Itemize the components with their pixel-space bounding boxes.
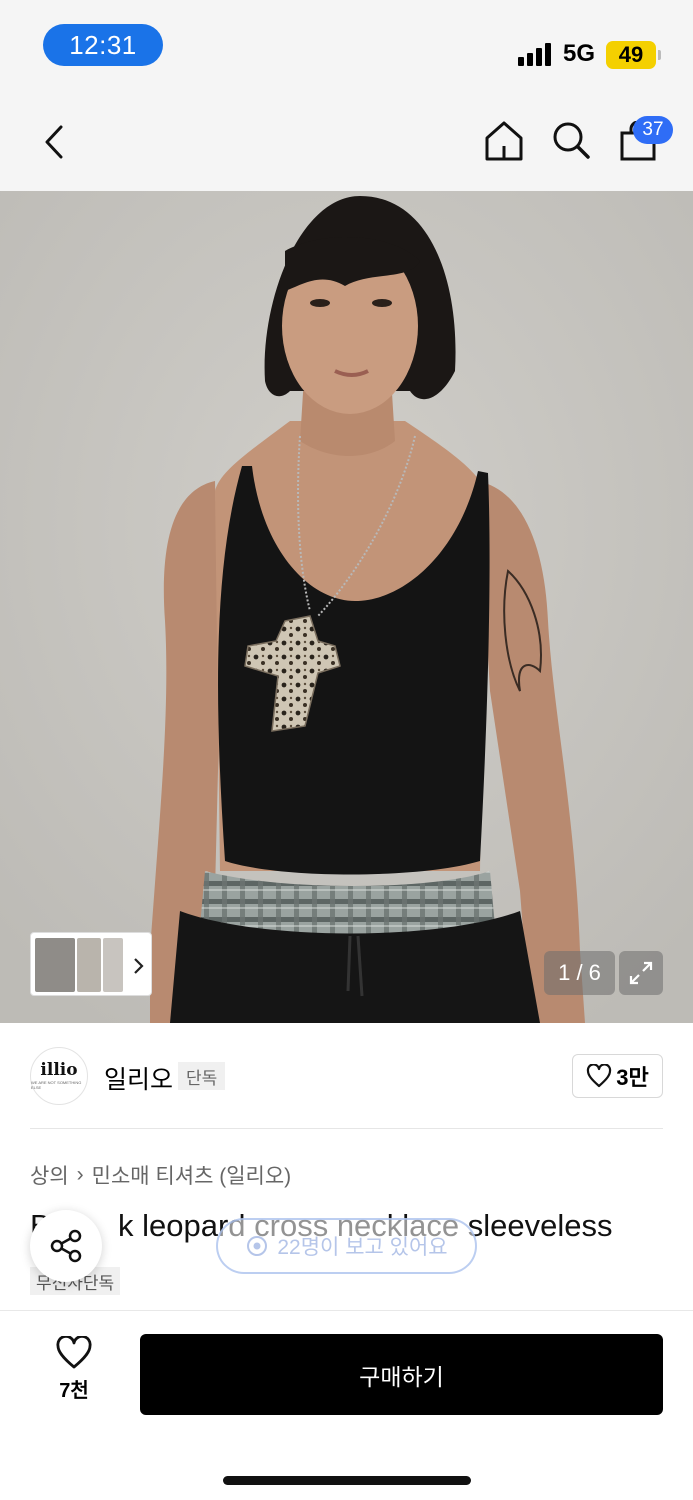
product-image[interactable] <box>0 191 693 1023</box>
brand-logo-subtext: WE ARE NOT SOMETHING ELSE <box>31 1080 82 1090</box>
cart-count-badge: 37 <box>633 116 673 144</box>
heart-icon <box>56 1336 92 1369</box>
back-icon[interactable] <box>34 120 74 164</box>
brand-logo[interactable]: illio WE ARE NOT SOMETHING ELSE <box>30 1047 88 1105</box>
signal-icon <box>518 42 554 66</box>
image-counter: 1 / 6 <box>544 951 615 995</box>
network-type: 5G <box>563 40 596 67</box>
status-time: 12:31 <box>43 24 163 66</box>
chevron-right-icon <box>134 958 144 974</box>
breadcrumb-subcategory[interactable]: 민소매 티셔츠 (일리오) <box>92 1160 292 1190</box>
brand-name[interactable]: 일리오 <box>104 1060 173 1096</box>
eye-icon <box>247 1236 268 1256</box>
brand-like-count: 3만 <box>616 1065 649 1090</box>
breadcrumb-separator: › <box>76 1163 84 1186</box>
model-illustration <box>0 191 693 1023</box>
search-icon[interactable] <box>549 118 593 162</box>
breadcrumb: 상의 › 민소매 티셔츠 (일리오) <box>30 1160 291 1190</box>
thumbnail-1[interactable] <box>35 938 75 992</box>
thumbnail-strip[interactable] <box>30 932 152 996</box>
breadcrumb-category[interactable]: 상의 <box>30 1160 69 1190</box>
brand-logo-text: illio <box>40 1060 78 1080</box>
bottom-bar-divider <box>0 1310 693 1311</box>
viewers-text: 22명이 보고 있어요 <box>277 1236 448 1259</box>
wishlist-count: 7천 <box>59 1380 89 1402</box>
wishlist-button[interactable]: 7천 <box>44 1336 104 1403</box>
share-icon <box>50 1229 82 1263</box>
brand-exclusive-tag: 단독 <box>178 1062 226 1090</box>
home-indicator <box>223 1476 471 1485</box>
buy-button[interactable]: 구매하기 <box>140 1334 663 1415</box>
home-icon[interactable] <box>482 118 526 164</box>
viewers-toast: 22명이 보고 있어요 <box>216 1218 477 1274</box>
thumbnail-3[interactable] <box>103 938 123 992</box>
heart-icon <box>587 1064 612 1088</box>
status-bar: 12:31 5G 49 <box>0 0 693 90</box>
brand-like-button[interactable]: 3만 <box>572 1054 663 1098</box>
thumbnail-2[interactable] <box>77 938 101 992</box>
battery-icon: 49 <box>606 41 661 69</box>
expand-icon[interactable] <box>619 951 663 995</box>
divider <box>30 1128 663 1129</box>
share-button[interactable] <box>30 1210 102 1282</box>
